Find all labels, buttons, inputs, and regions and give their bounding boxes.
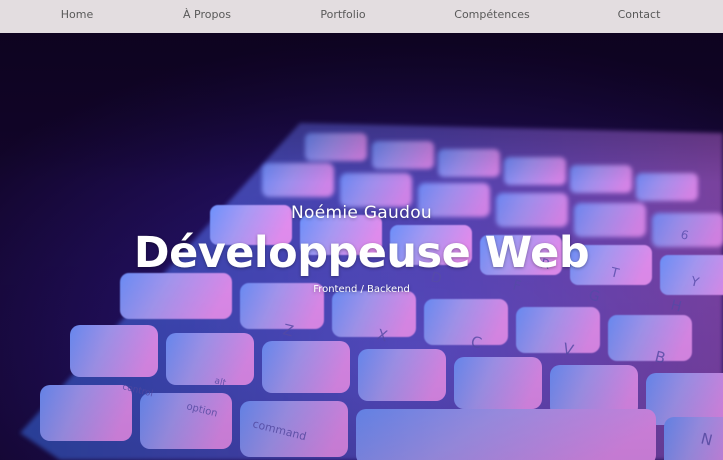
page: Home À Propos Portfolio Compétences Cont… — [0, 0, 723, 460]
nav-link-competences[interactable]: Compétences — [454, 0, 529, 33]
nav-link-contact[interactable]: Contact — [618, 0, 661, 33]
hero-title: Développeuse Web — [133, 228, 590, 278]
hero-section: Z X C V B N D F G H R T Y 6 command opti… — [0, 33, 723, 460]
hero-name: Noémie Gaudou — [291, 203, 432, 223]
nav-link-portfolio[interactable]: Portfolio — [320, 0, 365, 33]
nav-link-home[interactable]: Home — [61, 0, 93, 33]
top-navigation: Home À Propos Portfolio Compétences Cont… — [0, 0, 723, 33]
hero-subtitle: Frontend / Backend — [313, 284, 410, 295]
nav-link-a-propos[interactable]: À Propos — [183, 0, 231, 33]
